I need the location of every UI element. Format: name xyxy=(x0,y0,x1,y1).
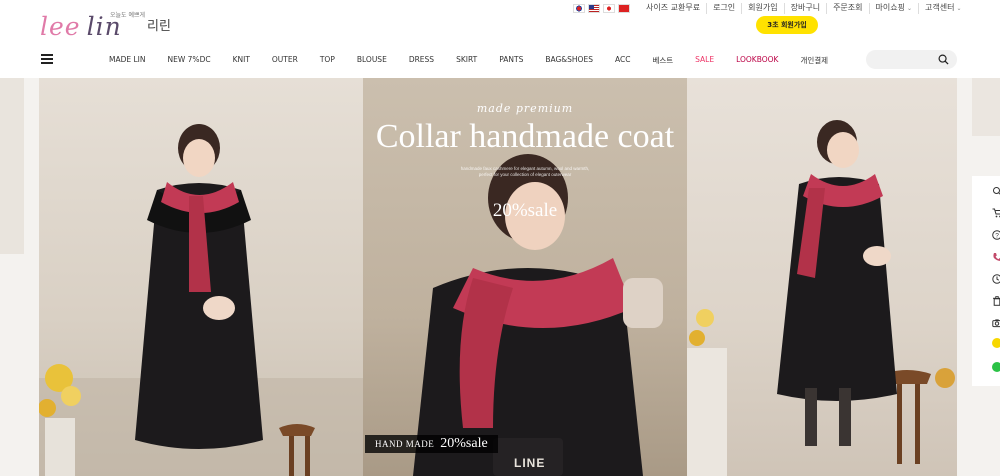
search-icon[interactable] xyxy=(992,186,1000,196)
hamburger-menu-icon[interactable] xyxy=(41,54,53,64)
trash-icon[interactable] xyxy=(992,296,1000,306)
top-links: 사이즈 교환무료 로그인 회원가입 장바구니 주문조회 마이쇼핑 ⌄ 고객센터 ⌄ xyxy=(640,3,967,14)
myshop-link[interactable]: 마이쇼핑 ⌄ xyxy=(868,3,918,14)
nav-bag-shoes[interactable]: BAG&SHOES xyxy=(534,55,604,66)
size-exchange-link[interactable]: 사이즈 교환무료 xyxy=(640,3,706,14)
nav-skirt[interactable]: SKIRT xyxy=(445,55,488,66)
nav-best[interactable]: 베스트 xyxy=(641,55,684,66)
next-slide-peek[interactable] xyxy=(972,78,1000,136)
clock-icon[interactable] xyxy=(992,274,1000,284)
badge-sale: 20%sale xyxy=(440,436,488,451)
search-box xyxy=(866,50,957,69)
join-link[interactable]: 회원가입 xyxy=(741,3,783,14)
chevron-down-icon: ⌄ xyxy=(906,5,912,12)
nav-lookbook[interactable]: LOOKBOOK xyxy=(725,55,789,66)
hero-photo-right xyxy=(687,78,957,476)
hero-photo-left xyxy=(39,78,363,476)
handmade-sale-badge: HAND MADE 20%sale xyxy=(365,435,498,453)
cart-icon[interactable] xyxy=(992,208,1000,218)
kakao-icon[interactable] xyxy=(992,338,1000,348)
logo-tagline: 오늘도 예쁘게 xyxy=(110,12,146,19)
order-lookup-link[interactable]: 주문조회 xyxy=(826,3,868,14)
logo-korean: 리린 xyxy=(147,19,171,34)
camera-icon[interactable] xyxy=(992,318,1000,328)
login-link[interactable]: 로그인 xyxy=(706,3,741,14)
chevron-down-icon: ⌄ xyxy=(956,5,962,12)
quick-signup-button[interactable]: 3초 회원가입 xyxy=(756,16,818,34)
talk-icon[interactable] xyxy=(992,362,1000,372)
search-icon[interactable] xyxy=(938,54,949,65)
cart-link[interactable]: 장바구니 xyxy=(783,3,826,14)
language-selector xyxy=(573,4,630,13)
nav-dress[interactable]: DRESS xyxy=(398,55,445,66)
nav-new[interactable]: NEW 7%DC xyxy=(157,55,222,66)
nav-private-payment[interactable]: 개인결제 xyxy=(789,55,839,66)
nav-blouse[interactable]: BLOUSE xyxy=(346,55,398,66)
customer-center-link[interactable]: 고객센터 ⌄ xyxy=(918,3,967,14)
nav-pants[interactable]: PANTS xyxy=(488,55,534,66)
us-flag-icon[interactable] xyxy=(588,4,600,13)
hero-description: handmade faux cashmere for elegant autum… xyxy=(460,166,590,177)
brand-logo[interactable]: lee lin 오늘도 예쁘게 리린 xyxy=(40,6,180,41)
nav-outer[interactable]: OUTER xyxy=(261,55,309,66)
search-input[interactable] xyxy=(874,53,938,66)
nav-knit[interactable]: KNIT xyxy=(222,55,261,66)
hero-banner[interactable]: made premium Collar handmade coat handma… xyxy=(39,78,957,476)
badge-prefix: HAND MADE xyxy=(375,439,435,449)
nav-sale[interactable]: SALE xyxy=(684,55,725,66)
customer-center-label: 고객센터 xyxy=(925,3,955,12)
nav-acc[interactable]: ACC xyxy=(604,55,641,66)
china-flag-icon[interactable] xyxy=(618,4,630,13)
myshop-label: 마이쇼핑 xyxy=(875,3,905,12)
site-header: lee lin 오늘도 예쁘게 리린 사이즈 교환무료 로그인 회원가입 장바구니… xyxy=(0,0,1000,78)
nav-top[interactable]: TOP xyxy=(309,55,346,66)
question-icon[interactable]: ? xyxy=(992,230,1000,240)
quick-menu: ? xyxy=(972,176,1000,386)
japan-flag-icon[interactable] xyxy=(603,4,615,13)
hero-sale: 20%sale xyxy=(492,200,558,221)
hero-subtitle: made premium xyxy=(476,102,574,115)
nav-made-lin[interactable]: MADE LIN xyxy=(98,55,157,66)
main-nav: MADE LIN NEW 7%DC KNIT OUTER TOP BLOUSE … xyxy=(98,55,839,66)
logo-lee: lee xyxy=(40,12,81,41)
phone-icon[interactable] xyxy=(992,252,1000,262)
korean-flag-icon[interactable] xyxy=(573,4,585,13)
bag-label: LINE xyxy=(514,456,546,470)
hero-title: Collar handmade coat xyxy=(375,118,675,155)
prev-slide-peek[interactable] xyxy=(0,78,24,254)
svg-text:?: ? xyxy=(995,233,999,240)
